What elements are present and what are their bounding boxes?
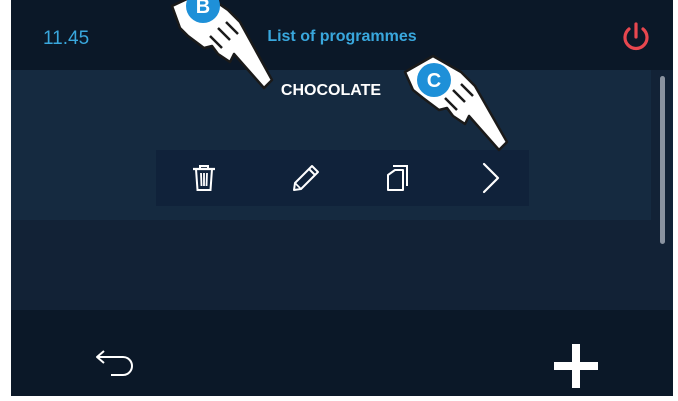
scrollbar[interactable] [660,76,665,244]
delete-button[interactable] [182,156,226,200]
trash-icon [193,165,215,191]
back-button[interactable] [87,343,147,383]
edit-button[interactable] [284,156,328,200]
copy-icon [387,165,408,191]
pencil-icon [293,165,319,191]
chevron-right-icon [482,162,500,194]
callout-b-letter: B [196,0,210,18]
undo-arrow-icon [96,350,133,376]
header-bar: 11.45 List of programmes [11,0,673,70]
plus-icon [554,344,598,388]
list-item[interactable]: CHOCOLATE [11,70,651,220]
callout-c: C [403,54,509,152]
screen: 11.45 List of programmes CHOCOLATE [11,0,673,396]
programme-name: CHOCOLATE [280,82,382,99]
bottom-bar [11,310,673,396]
copy-button[interactable] [376,156,420,200]
add-programme-button[interactable] [551,341,601,391]
open-programme-button[interactable] [469,156,513,200]
page-title: List of programmes [267,28,417,45]
power-icon [623,22,649,51]
callout-b: B [170,0,274,90]
programme-list: CHOCOLATE [11,70,673,310]
power-button[interactable] [619,20,653,54]
callout-c-letter: C [427,70,441,92]
